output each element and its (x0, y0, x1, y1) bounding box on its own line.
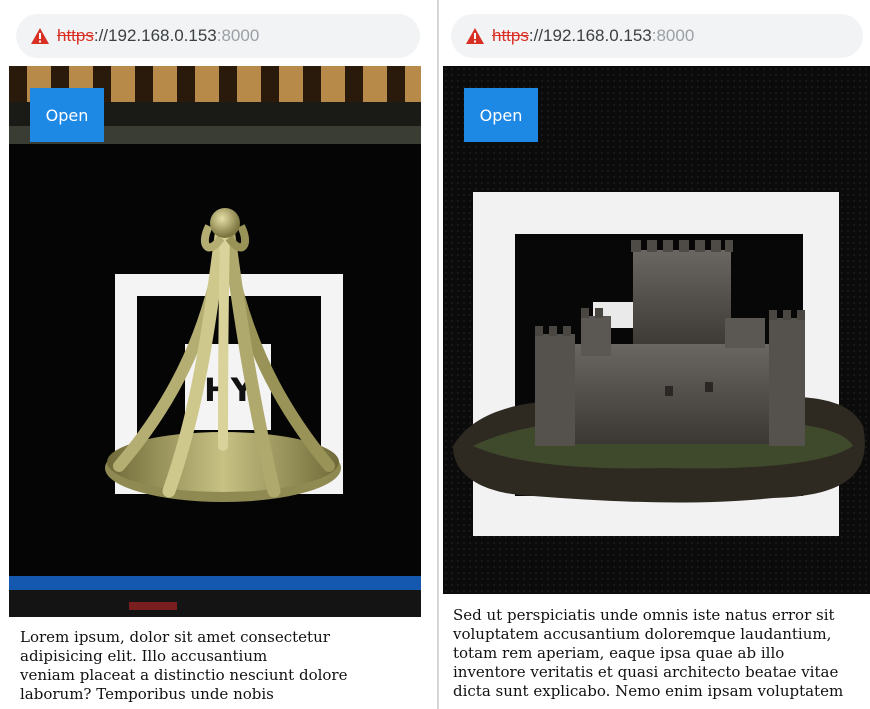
url-port: :8000 (651, 26, 695, 45)
url-scheme: https (57, 26, 94, 45)
panel-divider (437, 0, 439, 709)
open-button[interactable]: Open (30, 88, 104, 142)
ar-scene-trophy: HY (9, 66, 421, 617)
right-phone-screen: https://192.168.0.153:8000 Open Sed ut… (441, 0, 870, 709)
caption-line: veniam placeat a distinctio nesciunt dol… (20, 666, 348, 684)
caption-line: laborum? Temporibus unde nobis (20, 685, 274, 703)
url-host: ://192.168.0.153 (528, 26, 652, 45)
address-bar[interactable]: https://192.168.0.153:8000 (451, 14, 863, 58)
ar-scene-castle (443, 66, 870, 594)
left-phone-screen: https://192.168.0.153:8000 HY Open Lor… (0, 0, 436, 709)
url-host: ://192.168.0.153 (93, 26, 217, 45)
warning-icon (31, 28, 49, 44)
ar-camera-view: HY Open (9, 66, 421, 617)
warning-icon (466, 28, 484, 44)
caption-line: totam rem aperiam, eaque ipsa quae ab il… (453, 644, 785, 662)
caption-line: adipisicing elit. Illo accusantium (20, 647, 268, 665)
caption-line: voluptatem accusantium doloremque laudan… (453, 625, 832, 643)
caption-text: Sed ut perspiciatis unde omnis iste natu… (453, 606, 870, 701)
caption-text: Lorem ipsum, dolor sit amet consectetur … (20, 628, 430, 704)
address-bar[interactable]: https://192.168.0.153:8000 (16, 14, 420, 58)
open-button[interactable]: Open (464, 88, 538, 142)
ar-camera-view: Open (443, 66, 870, 594)
url-scheme: https (492, 26, 529, 45)
castle-keep (633, 250, 731, 350)
caption-line: inventore veritatis et quasi architecto … (453, 663, 839, 681)
trophy-orb (210, 208, 240, 238)
caption-line: dicta sunt explicabo. Nemo enim ipsam vo… (453, 682, 844, 700)
caption-line: Lorem ipsum, dolor sit amet consectetur (20, 628, 330, 646)
url-port: :8000 (216, 26, 260, 45)
caption-line: Sed ut perspiciatis unde omnis iste natu… (453, 606, 835, 624)
